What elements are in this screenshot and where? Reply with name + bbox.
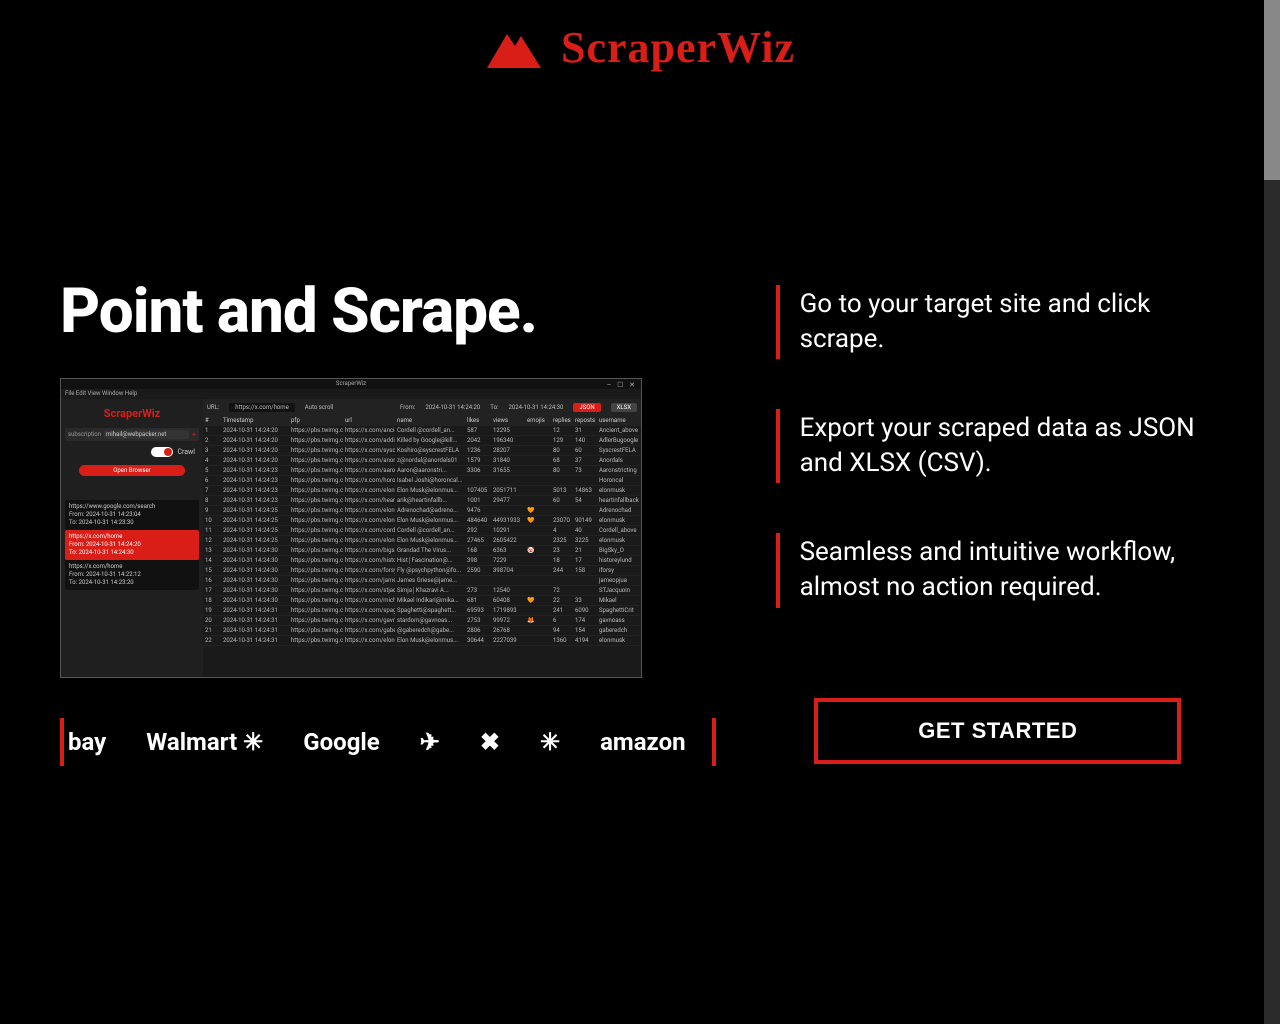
brand-logos-strip: bay Walmart ✳ Google ✈ ✖ ✳ amazon	[60, 718, 706, 766]
feature-text: Seamless and intuitive workflow, almost …	[800, 533, 1220, 607]
screenshot-toolbar: URL: https://x.com/home Auto scroll From…	[203, 399, 641, 415]
brand-logo: ✳	[540, 728, 560, 756]
feature-text: Export your scraped data as JSON and XLS…	[800, 409, 1220, 483]
screenshot-menubar: File Edit View Window Help	[61, 389, 641, 399]
feature-item: Seamless and intuitive workflow, almost …	[776, 533, 1220, 607]
screenshot-sidebar: ScraperWiz subscription mihail@webpacker…	[61, 399, 203, 677]
brand-logo: ✖	[480, 728, 500, 756]
get-started-button[interactable]: GET STARTED	[814, 698, 1181, 764]
feature-text: Go to your target site and click scrape.	[800, 285, 1220, 359]
logo-mountain-icon	[485, 26, 543, 70]
page-scrollbar[interactable]	[1264, 0, 1280, 1024]
feature-item: Export your scraped data as JSON and XLS…	[776, 409, 1220, 483]
feature-item: Go to your target site and click scrape.	[776, 285, 1220, 359]
brand-logo: Walmart ✳	[146, 728, 263, 756]
hero-title: Point and Scrape.	[60, 275, 706, 348]
main-content: Point and Scrape. ScraperWiz– ☐ ✕ File E…	[0, 95, 1280, 766]
brand-logo: ✈	[420, 728, 440, 756]
scrollbar-thumb[interactable]	[1264, 0, 1280, 180]
header: ScraperWiz	[0, 0, 1280, 95]
app-screenshot: ScraperWiz– ☐ ✕ File Edit View Window He…	[60, 378, 642, 678]
brand-logo: bay	[68, 728, 106, 756]
screenshot-titlebar: ScraperWiz– ☐ ✕	[61, 379, 641, 389]
brand-logo: amazon	[600, 728, 686, 756]
brand-name: ScraperWiz	[561, 22, 795, 73]
brand-logo: Google	[303, 728, 379, 756]
